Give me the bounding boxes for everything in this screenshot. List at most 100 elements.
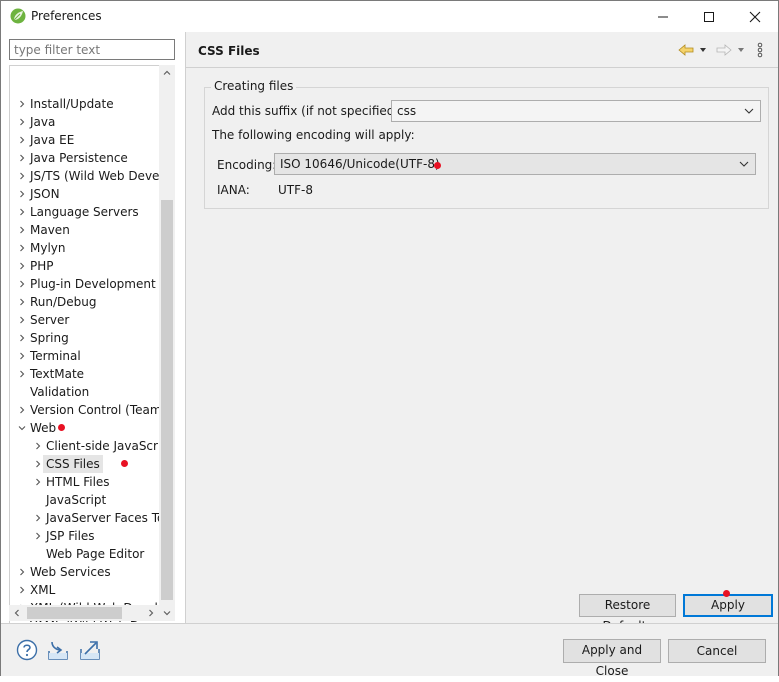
tree-item[interactable]: CSS Files	[10, 455, 160, 473]
dialog-footer: Apply and Close Cancel	[1, 624, 778, 678]
tree-item[interactable]: Terminal	[10, 347, 160, 365]
encoding-combo[interactable]: ISO 10646/Unicode(UTF-8)	[274, 153, 756, 175]
chevron-right-icon[interactable]	[18, 100, 26, 108]
forward-button[interactable]	[716, 41, 746, 59]
apply-and-close-button[interactable]: Apply and Close	[563, 639, 661, 678]
tree-item[interactable]: JSON	[10, 185, 160, 203]
tree-item[interactable]: Run/Debug	[10, 293, 160, 311]
tree-item[interactable]: Version Control (Team)	[10, 401, 160, 419]
preference-tree-panel: Install/Update Java Java EE Java Persistenc…	[1, 32, 185, 636]
scroll-right-arrow-icon[interactable]	[143, 605, 159, 621]
chevron-right-icon[interactable]	[34, 442, 42, 450]
chevron-right-icon[interactable]	[18, 334, 26, 342]
tree-item-label: Java	[30, 115, 56, 129]
window-title: Preferences	[31, 9, 102, 23]
chevron-right-icon[interactable]	[18, 406, 26, 414]
chevron-right-icon[interactable]	[18, 190, 26, 198]
chevron-right-icon[interactable]	[18, 262, 26, 270]
back-dropdown-icon[interactable]	[698, 46, 708, 54]
encoding-note: The following encoding will apply:	[212, 128, 415, 142]
restore-defaults-button[interactable]: Restore Defaults	[579, 594, 676, 633]
forward-arrow-icon	[716, 44, 732, 56]
minimize-button[interactable]	[640, 1, 686, 32]
tree-item[interactable]: JS/TS (Wild Web Develc	[10, 167, 160, 185]
tree-item-label: Java EE	[30, 133, 75, 147]
tree-item[interactable]: Server	[10, 311, 160, 329]
chevron-right-icon[interactable]	[34, 532, 42, 540]
filter-input[interactable]	[9, 39, 175, 60]
tree-item[interactable]: HTML Files	[10, 473, 160, 491]
page-title: CSS Files	[198, 44, 260, 58]
tree-item[interactable]: Mylyn	[10, 239, 160, 257]
marker-dot	[434, 162, 441, 169]
chevron-right-icon[interactable]	[18, 316, 26, 324]
tree-item-label: JS/TS (Wild Web Develc	[30, 169, 160, 183]
tree-item-label: Mylyn	[30, 241, 66, 255]
forward-dropdown-icon[interactable]	[736, 46, 746, 54]
tree-item[interactable]: JavaServer Faces Tools	[10, 509, 160, 527]
tree-item[interactable]: Validation	[10, 383, 160, 401]
chevron-right-icon[interactable]	[18, 226, 26, 234]
scroll-left-arrow-icon[interactable]	[9, 605, 25, 621]
export-icon[interactable]	[78, 638, 102, 662]
chevron-right-icon[interactable]	[18, 352, 26, 360]
tree-horizontal-scrollbar[interactable]	[9, 605, 159, 621]
tree-item-label: Maven	[30, 223, 70, 237]
chevron-right-icon[interactable]	[18, 154, 26, 162]
tree-item[interactable]: Web Page Editor	[10, 545, 160, 563]
tree-item[interactable]: Web Services	[10, 563, 160, 581]
iana-label: IANA:	[217, 183, 250, 197]
chevron-right-icon[interactable]	[18, 118, 26, 126]
import-icon[interactable]	[46, 638, 70, 662]
encoding-label: Encoding:	[217, 158, 277, 172]
chevron-right-icon[interactable]	[18, 208, 26, 216]
suffix-combo[interactable]: css	[391, 100, 761, 122]
page-title-separator	[186, 67, 778, 68]
tree-item[interactable]: Spring	[10, 329, 160, 347]
iana-value: UTF-8	[278, 183, 313, 197]
back-button[interactable]	[678, 41, 708, 59]
tree-item[interactable]: XML	[10, 581, 160, 599]
maximize-button[interactable]	[686, 1, 732, 32]
chevron-right-icon[interactable]	[18, 280, 26, 288]
tree-horizontal-scroll-thumb[interactable]	[27, 607, 122, 619]
preference-tree: Install/Update Java Java EE Java Persistenc…	[9, 65, 175, 636]
tree-item[interactable]: Plug-in Development	[10, 275, 160, 293]
chevron-right-icon[interactable]	[34, 460, 42, 468]
tree-vertical-scroll-thumb[interactable]	[161, 200, 173, 600]
tree-item[interactable]: Java Persistence	[10, 149, 160, 167]
marker-dot	[723, 590, 730, 597]
scroll-up-arrow-icon[interactable]	[159, 65, 175, 81]
cancel-button[interactable]: Cancel	[668, 639, 766, 663]
chevron-right-icon[interactable]	[18, 586, 26, 594]
creating-files-group: Creating files Add this suffix (if not s…	[204, 79, 769, 209]
chevron-right-icon[interactable]	[18, 370, 26, 378]
tree-item-label: Run/Debug	[30, 295, 97, 309]
tree-item[interactable]: PHP	[10, 257, 160, 275]
chevron-right-icon[interactable]	[18, 136, 26, 144]
close-button[interactable]	[732, 1, 778, 32]
chevron-down-icon[interactable]	[18, 424, 26, 432]
tree-item[interactable]: Language Servers	[10, 203, 160, 221]
tree-item[interactable]: Install/Update	[10, 95, 160, 113]
tree-item[interactable]: Java	[10, 113, 160, 131]
help-icon[interactable]	[15, 638, 39, 662]
chevron-right-icon[interactable]	[18, 298, 26, 306]
apply-button[interactable]: Apply	[683, 594, 773, 617]
scroll-down-arrow-icon[interactable]	[159, 605, 175, 621]
chevron-right-icon[interactable]	[34, 514, 42, 522]
chevron-right-icon[interactable]	[34, 478, 42, 486]
tree-item[interactable]: Web	[10, 419, 160, 437]
tree-item[interactable]: Java EE	[10, 131, 160, 149]
tree-item[interactable]: Client-side JavaScript	[10, 437, 160, 455]
tree-item[interactable]: TextMate	[10, 365, 160, 383]
tree-item[interactable]: JSP Files	[10, 527, 160, 545]
chevron-right-icon[interactable]	[18, 568, 26, 576]
chevron-right-icon[interactable]	[18, 172, 26, 180]
tree-item[interactable]: Maven	[10, 221, 160, 239]
tree-vertical-scrollbar[interactable]	[159, 65, 175, 621]
chevron-right-icon[interactable]	[18, 244, 26, 252]
tree-item[interactable]: JavaScript	[10, 491, 160, 509]
view-menu-button[interactable]	[757, 41, 763, 59]
tree-item-label: XML	[30, 583, 56, 597]
